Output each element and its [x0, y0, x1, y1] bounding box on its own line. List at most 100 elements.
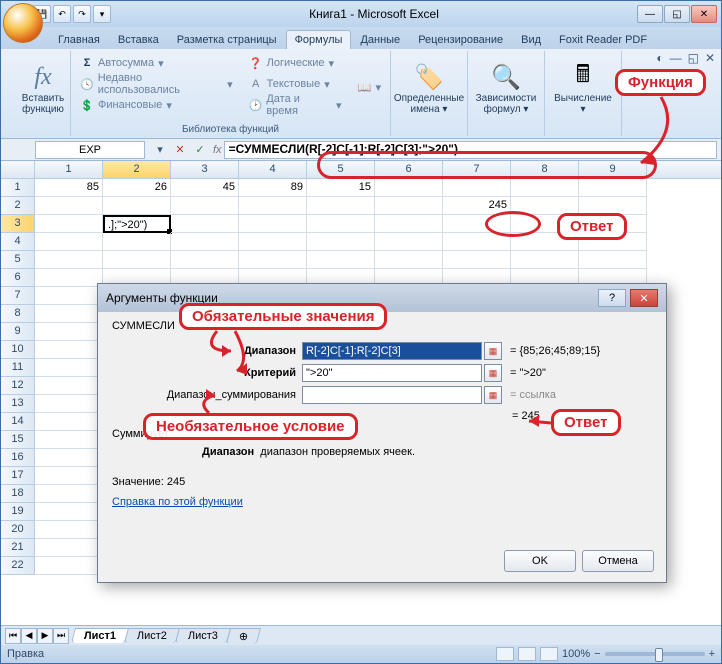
tab-foxit[interactable]: Foxit Reader PDF: [550, 30, 656, 49]
row-header[interactable]: 4: [1, 233, 35, 251]
row-header[interactable]: 21: [1, 539, 35, 557]
cell[interactable]: 89: [239, 179, 307, 197]
cell[interactable]: [443, 251, 511, 269]
cell[interactable]: 15: [307, 179, 375, 197]
cell[interactable]: [307, 251, 375, 269]
row-header[interactable]: 22: [1, 557, 35, 575]
cell[interactable]: [35, 305, 103, 323]
sheet-tab[interactable]: Лист1: [71, 628, 129, 643]
col-header[interactable]: 2: [103, 161, 171, 178]
row-header[interactable]: 1: [1, 179, 35, 197]
sheet-tab[interactable]: Лист2: [124, 628, 180, 643]
insert-function-button[interactable]: fx Вставить функцию: [11, 53, 75, 123]
arg3-input[interactable]: [302, 386, 482, 404]
row-header[interactable]: 2: [1, 197, 35, 215]
cell[interactable]: [375, 215, 443, 233]
accept-edit-icon[interactable]: ✓: [191, 141, 209, 159]
cell[interactable]: [35, 503, 103, 521]
cell[interactable]: [35, 269, 103, 287]
sheet-nav-last[interactable]: ⏭: [53, 628, 69, 644]
tab-view[interactable]: Вид: [512, 30, 550, 49]
cell[interactable]: [103, 197, 171, 215]
arg2-refedit-button[interactable]: ▦: [484, 364, 502, 382]
datetime-button[interactable]: 🕑Дата и время ▾: [246, 95, 345, 115]
restore-button[interactable]: ◱: [664, 5, 690, 23]
cell[interactable]: [307, 233, 375, 251]
select-all-corner[interactable]: [1, 161, 35, 178]
defined-names-button[interactable]: 🏷️ Определенные имена ▾: [397, 53, 461, 123]
cell[interactable]: [35, 539, 103, 557]
cell[interactable]: [511, 251, 579, 269]
cell[interactable]: [103, 233, 171, 251]
calculation-button[interactable]: 🖩 Вычисление ▾: [551, 53, 615, 123]
cell[interactable]: [579, 179, 647, 197]
arg3-refedit-button[interactable]: ▦: [484, 386, 502, 404]
cell[interactable]: [35, 215, 103, 233]
zoom-in[interactable]: +: [709, 648, 715, 660]
tab-home[interactable]: Главная: [49, 30, 109, 49]
tab-data[interactable]: Данные: [351, 30, 409, 49]
cell[interactable]: [239, 215, 307, 233]
tab-layout[interactable]: Разметка страницы: [168, 30, 286, 49]
formula-deps-button[interactable]: 🔍 Зависимости формул ▾: [474, 53, 538, 123]
view-normal-button[interactable]: [496, 647, 514, 661]
mdi-restore-icon[interactable]: ◱: [688, 51, 699, 65]
row-header[interactable]: 18: [1, 485, 35, 503]
sheet-nav-first[interactable]: ⏮: [5, 628, 21, 644]
cell[interactable]: [35, 557, 103, 575]
new-sheet-tab[interactable]: ⊕: [226, 628, 262, 644]
row-header[interactable]: 11: [1, 359, 35, 377]
qat-undo[interactable]: ↶: [53, 5, 71, 23]
cell[interactable]: [443, 179, 511, 197]
text-button[interactable]: AТекстовые ▾: [246, 74, 345, 94]
cell[interactable]: [375, 179, 443, 197]
zoom-slider[interactable]: [605, 652, 705, 656]
row-header[interactable]: 8: [1, 305, 35, 323]
mdi-min-icon[interactable]: —: [670, 51, 682, 65]
arg1-input[interactable]: R[-2]C[-1]:R[-2]C[3]: [302, 342, 482, 360]
row-header[interactable]: 13: [1, 395, 35, 413]
close-button[interactable]: ✕: [691, 5, 717, 23]
cell[interactable]: [35, 197, 103, 215]
cancel-button[interactable]: Отмена: [582, 550, 654, 572]
cell[interactable]: [239, 251, 307, 269]
cell[interactable]: [35, 467, 103, 485]
zoom-out[interactable]: −: [594, 648, 600, 660]
help-link[interactable]: Справка по этой функции: [112, 496, 243, 508]
row-header[interactable]: 14: [1, 413, 35, 431]
cell[interactable]: [307, 197, 375, 215]
tab-insert[interactable]: Вставка: [109, 30, 168, 49]
row-header[interactable]: 19: [1, 503, 35, 521]
autosum-button[interactable]: ΣАвтосумма ▾: [77, 53, 236, 73]
financial-button[interactable]: 💲Финансовые ▾: [77, 95, 236, 115]
row-header[interactable]: 3: [1, 215, 35, 233]
row-header[interactable]: 12: [1, 377, 35, 395]
more-fns-button[interactable]: 📖▾: [354, 78, 384, 98]
arg2-input[interactable]: ">20": [302, 364, 482, 382]
cell[interactable]: [35, 359, 103, 377]
cell[interactable]: [171, 215, 239, 233]
cell[interactable]: [35, 395, 103, 413]
cell[interactable]: [239, 233, 307, 251]
cell[interactable]: [35, 287, 103, 305]
tab-review[interactable]: Рецензирование: [409, 30, 512, 49]
view-break-button[interactable]: [540, 647, 558, 661]
row-header[interactable]: 17: [1, 467, 35, 485]
cell[interactable]: [35, 449, 103, 467]
dialog-help-button[interactable]: ?: [598, 289, 626, 307]
logical-button[interactable]: ❓Логические ▾: [246, 53, 345, 73]
row-header[interactable]: 7: [1, 287, 35, 305]
row-header[interactable]: 20: [1, 521, 35, 539]
qat-redo[interactable]: ↷: [73, 5, 91, 23]
cell[interactable]: [375, 251, 443, 269]
cell[interactable]: [579, 251, 647, 269]
cell[interactable]: 26: [103, 179, 171, 197]
row-header[interactable]: 5: [1, 251, 35, 269]
row-header[interactable]: 9: [1, 323, 35, 341]
sheet-nav-next[interactable]: ▶: [37, 628, 53, 644]
cancel-edit-icon[interactable]: ✕: [171, 141, 189, 159]
ok-button[interactable]: OK: [504, 550, 576, 572]
cell[interactable]: [35, 521, 103, 539]
cell[interactable]: [35, 413, 103, 431]
cell[interactable]: 85: [35, 179, 103, 197]
